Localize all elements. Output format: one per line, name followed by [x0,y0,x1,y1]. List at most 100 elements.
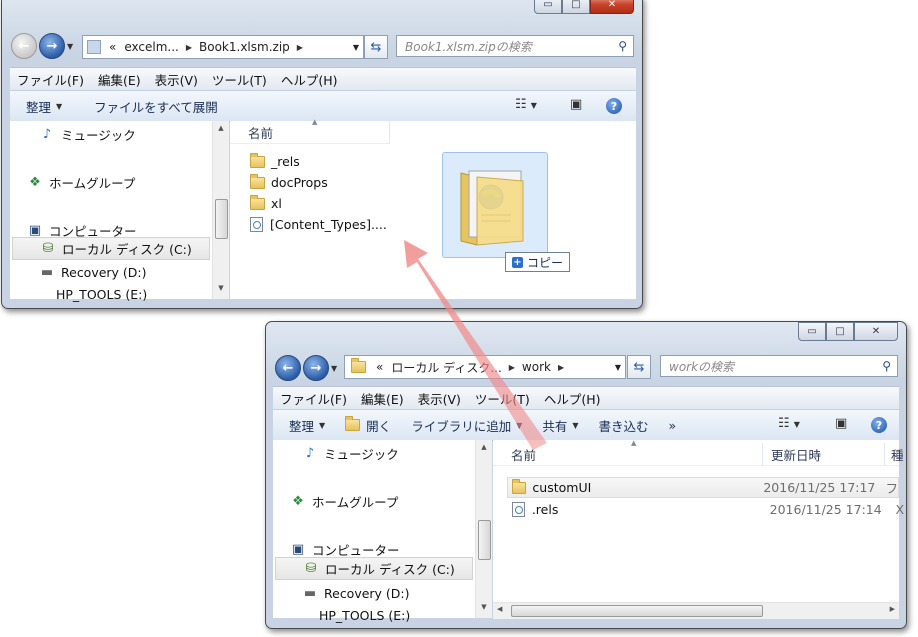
address-segment-local-disk[interactable]: ローカル ディスク... [387,359,505,376]
address-segment-work[interactable]: work [518,360,555,374]
nav-item-music[interactable]: ♪ ミュージック [301,444,399,463]
menu-tools[interactable]: ツール(T) [205,70,274,89]
file-item-docprops[interactable]: docProps [250,173,328,190]
menu-help[interactable]: ヘルプ(H) [537,389,608,408]
search-input[interactable]: workの検索 ⚲ [660,355,898,377]
help-icon[interactable]: ? [871,417,887,433]
menu-bar: ファイル(F) 編集(E) 表示(V) ツール(T) ヘルプ(H) [273,386,899,409]
command-bar: 整理 ▼ ファイルをすべて展開 ☷ ▼ ▣ ? [10,90,636,122]
column-header-name[interactable]: 名前 [230,121,390,143]
refresh-button[interactable]: ⇆ [364,35,388,59]
plus-icon: + [512,256,523,268]
maximize-button[interactable]: □ [826,322,854,341]
menu-file[interactable]: ファイル(F) [273,389,354,408]
refresh-button[interactable]: ⇆ [627,355,651,379]
explorer-window-work[interactable]: ▭ □ ✕ ← → ▼ « ローカル ディスク... ▶ work ▶ ▼ ⇆ … [265,321,907,629]
search-icon[interactable]: ⚲ [882,359,891,373]
navigation-pane[interactable]: ♪ ミュージック ❖ ホームグループ ▣ コンピューター ⛁ ローカル ディスク (C:… [273,440,492,623]
address-overflow[interactable]: « [105,40,120,54]
nav-item-hp-tools-e[interactable]: HP_TOOLS (E:) [56,287,147,302]
music-note-icon: ♪ [305,446,315,461]
file-item-xl[interactable]: xl [250,194,282,211]
zip-folder-icon [87,40,101,54]
menu-tools[interactable]: ツール(T) [468,389,537,408]
nav-item-homegroup[interactable]: ❖ ホームグループ [289,492,398,511]
chevron-right-icon[interactable]: ▶ [555,363,567,372]
chevron-right-icon[interactable]: ▶ [183,43,195,52]
nav-item-music[interactable]: ♪ ミュージック [38,125,136,144]
command-bar: 整理 ▼ 開く ライブラリに追加 ▼ 共有 ▼ 書き込む » ☷ ▼ ▣ ? [273,409,899,441]
more-commands-button[interactable]: » [659,418,687,433]
maximize-button[interactable]: □ [562,0,590,14]
horizontal-scrollbar[interactable]: ◀ ▶ [493,602,899,619]
extract-all-button[interactable]: ファイルをすべて展開 [84,97,228,116]
chevron-right-icon[interactable]: ▶ [506,363,518,372]
preview-pane-icon[interactable]: ▣ [835,416,847,431]
nav-item-homegroup[interactable]: ❖ ホームグループ [26,173,135,192]
file-item-rels[interactable]: .rels 2016/11/25 17:14 X [507,499,904,520]
nav-item-local-disk-c[interactable]: ⛁ ローカル ディスク (C:) [12,237,210,260]
menu-view[interactable]: 表示(V) [148,70,205,89]
organize-button[interactable]: 整理 ▼ [273,416,335,435]
search-input[interactable]: Book1.xlsm.zipの検索 ⚲ [396,35,634,57]
file-item-rels[interactable]: _rels [250,152,300,169]
scroll-thumb[interactable] [478,520,491,560]
nav-item-recovery-d[interactable]: ▬ Recovery (D:) [38,265,147,280]
open-button[interactable]: 開く [335,416,401,435]
menu-file[interactable]: ファイル(F) [10,70,91,89]
minimize-button[interactable]: ▭ [534,0,562,14]
drive-icon: ▬ [40,265,54,280]
menu-edit[interactable]: 編集(E) [91,70,148,89]
nav-item-hp-tools-e[interactable]: HP_TOOLS (E:) [319,608,410,623]
nav-scrollbar[interactable]: ▲ ▼ [475,440,492,618]
back-button[interactable]: ← [275,355,301,381]
column-header-type[interactable]: 種 [885,443,904,465]
file-item-customui[interactable]: customUI 2016/11/25 17:17 フ [507,477,899,498]
preview-pane-icon[interactable]: ▣ [570,97,582,112]
xml-file-icon [512,502,525,517]
file-list-pane[interactable]: 名前 ▲ _rels docProps xl [Content_Types]..… [230,118,636,299]
view-options-icon[interactable]: ☷ ▼ [515,97,537,112]
open-folder-icon [345,416,361,431]
explorer-window-zip[interactable]: ▭ □ ✕ ← → ▼ « excelm... ▶ Book1.xlsm.zip… [1,0,643,309]
add-to-library-button[interactable]: ライブラリに追加 ▼ [401,416,532,435]
back-button[interactable]: ← [11,33,37,59]
column-header-date[interactable]: 更新日時 [763,443,885,465]
file-list-pane[interactable]: 名前 更新日時 種 ▲ customUI 2016/11/25 17:17 フ … [493,439,904,619]
address-dropdown-icon[interactable]: ▼ [615,363,621,372]
address-segment-excelm[interactable]: excelm... [120,40,183,54]
nav-item-local-disk-c[interactable]: ⛁ ローカル ディスク (C:) [275,557,473,580]
menu-help[interactable]: ヘルプ(H) [274,70,345,89]
navigation-pane[interactable]: ♪ ミュージック ❖ ホームグループ ▣ コンピューター ⛁ ローカル ディスク (C:… [10,121,229,302]
forward-button[interactable]: → [39,33,65,59]
burn-button[interactable]: 書き込む [589,416,659,435]
nav-scrollbar[interactable]: ▲ ▼ [212,121,229,299]
address-bar[interactable]: « ローカル ディスク... ▶ work ▶ ▼ [344,355,626,379]
address-dropdown-icon[interactable]: ▼ [353,43,359,52]
close-button[interactable]: ✕ [854,322,898,341]
recent-pages-dropdown[interactable]: ▼ [67,42,73,51]
folder-icon [250,152,265,168]
drive-icon: ⛁ [305,561,317,576]
help-icon[interactable]: ? [606,98,622,114]
organize-button[interactable]: 整理 ▼ [10,97,72,116]
address-bar[interactable]: « excelm... ▶ Book1.xlsm.zip ▶ ▼ [82,35,364,59]
menu-edit[interactable]: 編集(E) [354,389,411,408]
sort-up-icon: ▲ [312,118,318,126]
column-header-name[interactable]: 名前 [493,443,763,465]
chevron-right-icon[interactable]: ▶ [294,43,306,52]
scroll-thumb[interactable] [511,605,763,617]
minimize-button[interactable]: ▭ [798,322,826,341]
close-button[interactable]: ✕ [590,0,634,14]
recent-pages-dropdown[interactable]: ▼ [331,364,337,373]
share-button[interactable]: 共有 ▼ [532,416,588,435]
file-item-content-types[interactable]: [Content_Types].... [250,217,387,232]
search-icon[interactable]: ⚲ [618,39,627,53]
view-options-icon[interactable]: ☷ ▼ [778,416,800,431]
forward-button[interactable]: → [303,355,329,381]
menu-view[interactable]: 表示(V) [411,389,468,408]
address-segment-book1[interactable]: Book1.xlsm.zip [195,40,294,54]
nav-item-recovery-d[interactable]: ▬ Recovery (D:) [301,586,410,601]
scroll-thumb[interactable] [215,199,228,239]
address-overflow[interactable]: « [372,360,387,374]
